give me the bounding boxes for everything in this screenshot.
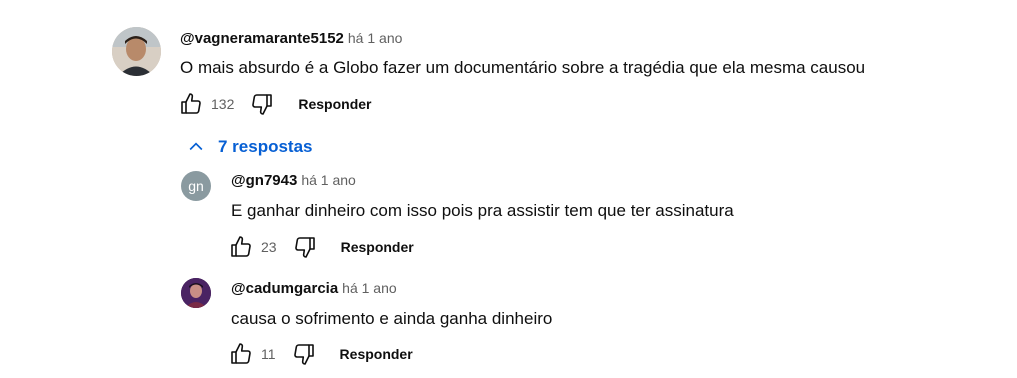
comment-timestamp[interactable]: há 1 ano: [348, 30, 403, 46]
like-button[interactable]: [227, 340, 255, 368]
author-name[interactable]: @gn7943: [231, 172, 297, 189]
comment-thread: @vagneramarante5152 há 1 ano O mais absur…: [0, 0, 1017, 378]
like-count: 132: [211, 96, 235, 112]
reply-button[interactable]: Responder: [341, 239, 414, 255]
thumbs-up-icon: [231, 343, 251, 364]
dislike-button[interactable]: [248, 90, 276, 118]
reply-button[interactable]: Responder: [298, 96, 371, 112]
thumbs-down-icon: [293, 344, 314, 365]
reply-text: E ganhar dinheiro com isso pois pra assi…: [231, 201, 734, 220]
author-name[interactable]: @vagneramarante5152: [180, 30, 344, 47]
chevron-up-icon: [189, 142, 203, 151]
like-count: 11: [261, 346, 276, 362]
like-button[interactable]: [177, 90, 205, 118]
reply-timestamp[interactable]: há 1 ano: [301, 172, 356, 188]
reply-actions: 11 Responder: [227, 340, 413, 368]
reply-author[interactable]: @gn7943 há 1 ano: [231, 172, 356, 189]
reply-text: causa o sofrimento e ainda ganha dinheir…: [231, 309, 553, 328]
author-name[interactable]: @cadumgarcia: [231, 280, 338, 297]
like-button[interactable]: [227, 233, 255, 261]
replies-toggle[interactable]: 7 respostas: [186, 137, 313, 157]
reply-timestamp[interactable]: há 1 ano: [342, 280, 397, 296]
avatar[interactable]: [112, 27, 161, 76]
comment-author[interactable]: @vagneramarante5152 há 1 ano: [180, 30, 402, 47]
reply-avatar[interactable]: gn: [181, 171, 211, 201]
reply-avatar[interactable]: [181, 278, 211, 308]
like-count: 23: [261, 239, 277, 255]
thumbs-up-icon: [231, 236, 251, 257]
thumbs-down-icon: [252, 94, 273, 115]
reply-actions: 23 Responder: [227, 233, 414, 261]
dislike-button[interactable]: [291, 233, 319, 261]
replies-toggle-label[interactable]: 7 respostas: [218, 137, 313, 157]
comment-actions: 132 Responder: [177, 90, 371, 118]
reply-author[interactable]: @cadumgarcia há 1 ano: [231, 280, 397, 297]
avatar-initials: gn: [188, 178, 204, 194]
dislike-button[interactable]: [290, 340, 318, 368]
reply-button[interactable]: Responder: [340, 346, 413, 362]
comment-text: O mais absurdo é a Globo fazer um docume…: [180, 58, 866, 77]
thumbs-down-icon: [294, 237, 315, 258]
thumbs-up-icon: [181, 93, 201, 114]
